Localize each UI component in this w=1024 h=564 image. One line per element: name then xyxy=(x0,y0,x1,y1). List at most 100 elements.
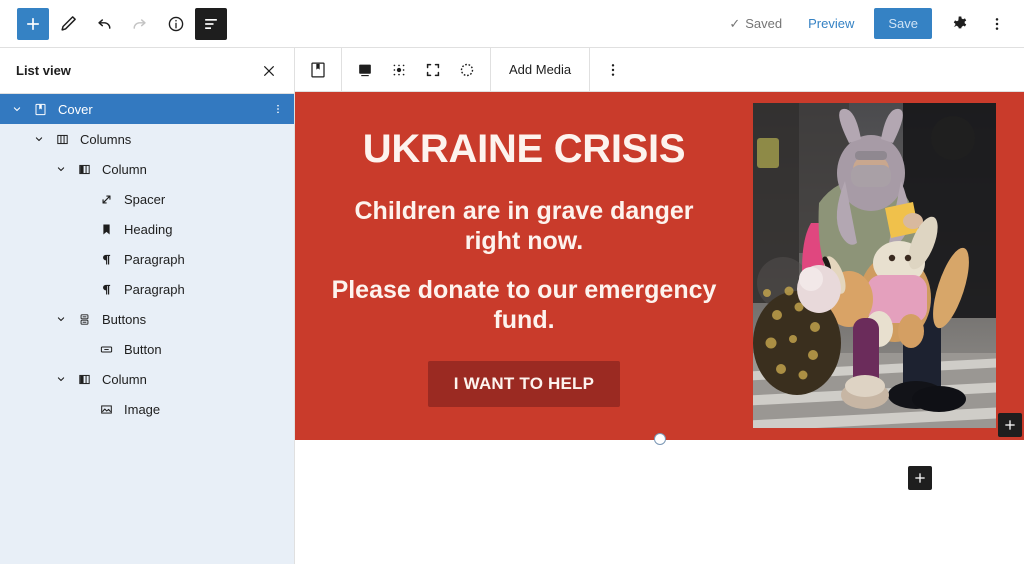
plus-icon xyxy=(915,473,925,483)
close-list-view-button[interactable]: Close xyxy=(254,56,284,86)
list-view-row-label: Column xyxy=(102,371,147,387)
block-options-button[interactable]: Options xyxy=(596,53,630,87)
cover-resize-handle-label: Drag to resize xyxy=(655,434,656,435)
list-view-row-label: Columns xyxy=(80,131,132,147)
info-icon xyxy=(168,16,184,31)
list-view-row-label: Buttons xyxy=(102,311,147,327)
list-view-row-label: Image xyxy=(124,401,161,417)
plus-icon xyxy=(1005,420,1015,430)
full-height-icon xyxy=(426,63,440,76)
list-view-row-heading-4[interactable]: Heading xyxy=(0,214,294,244)
block-options-group: Options xyxy=(590,48,636,91)
saved-indicator[interactable]: ✓ Saved xyxy=(719,16,792,32)
list-view-row-label: Button xyxy=(124,341,162,357)
cover-paragraph-2[interactable]: Please donate to our emergency fund. xyxy=(325,276,723,335)
editor-canvas[interactable]: UKRAINE CRISIS Children are in grave dan… xyxy=(295,92,1024,564)
cover-paragraph-1[interactable]: Children are in grave danger right now. xyxy=(325,197,723,256)
block-type-group: Cover xyxy=(295,48,342,91)
redo-button[interactable]: Redo xyxy=(123,7,157,41)
canvas-append-inserter-button[interactable]: Add block xyxy=(908,466,932,490)
list-view-row-columns-1[interactable]: Columns xyxy=(0,124,294,154)
list-view-row-label: Paragraph xyxy=(124,251,185,267)
buttons-block-icon xyxy=(72,312,96,327)
list-view-row-label: Spacer xyxy=(124,191,166,207)
content-position-button[interactable]: Change content position xyxy=(348,53,382,87)
editor-body: List view Close Cover Columns Column Spacer… xyxy=(0,48,1024,564)
list-view-row-label: Heading xyxy=(124,221,173,237)
cover-photo[interactable]: Child carrying stuffed bunny toys walkin… xyxy=(753,103,996,428)
undo-button[interactable]: Undo xyxy=(87,7,121,41)
columns-block-icon xyxy=(50,132,74,147)
top-bar-left-tools: Add block Tools Undo R xyxy=(0,7,227,41)
editor-main: Cover Change content position xyxy=(295,48,1024,564)
list-view-toggle[interactable]: List view xyxy=(195,7,227,40)
focal-point-button[interactable]: Change focal point xyxy=(382,53,416,87)
add-media-group: Add Media xyxy=(491,48,591,91)
cover-column-image: Child carrying stuffed bunny toys walkin… xyxy=(753,92,1024,439)
overlay-opacity-button[interactable]: Overlay opacity xyxy=(450,53,484,87)
kebab-vertical-icon xyxy=(611,63,615,76)
chevron-down-icon[interactable] xyxy=(50,372,72,386)
plus-icon xyxy=(27,17,39,30)
save-button[interactable]: Save xyxy=(874,8,932,39)
paragraph-block-icon xyxy=(94,252,118,267)
add-media-button[interactable]: Add Media xyxy=(497,53,583,87)
list-view-row-column-9[interactable]: Column xyxy=(0,364,294,394)
preview-button[interactable]: Preview xyxy=(796,10,866,37)
close-icon xyxy=(264,65,274,76)
list-view-title: List view xyxy=(16,63,71,78)
column-block-icon xyxy=(72,372,96,387)
gear-icon xyxy=(953,16,967,28)
add-block-button[interactable]: Add block xyxy=(17,7,49,40)
list-view-row-cover-0[interactable]: Cover xyxy=(0,94,294,124)
cover-controls-group: Change content position Change focal poi… xyxy=(342,48,491,91)
dotted-circle-icon xyxy=(460,63,474,76)
top-bar-right-tools: ✓ Saved Preview Save Settings Options xyxy=(719,6,1024,42)
list-view-row-paragraph-6[interactable]: Paragraph xyxy=(0,274,294,304)
full-height-button[interactable]: Full height toggle xyxy=(416,53,450,87)
column-block-icon xyxy=(72,162,96,177)
list-view-row-label: Paragraph xyxy=(124,281,185,297)
refugee-child-photo-illustration xyxy=(753,103,996,428)
list-view-row-buttons-7[interactable]: Buttons xyxy=(0,304,294,334)
focal-point-icon xyxy=(393,64,405,75)
list-view-row-paragraph-5[interactable]: Paragraph xyxy=(0,244,294,274)
paragraph-block-icon xyxy=(94,282,118,297)
list-view-row-button-8[interactable]: Button xyxy=(0,334,294,364)
list-view-panel: List view Close Cover Columns Column Spacer… xyxy=(0,48,295,564)
list-view-row-column-2[interactable]: Column xyxy=(0,154,294,184)
cover-column-text: UKRAINE CRISIS Children are in grave dan… xyxy=(295,92,753,439)
cover-resize-handle[interactable]: Drag to resize xyxy=(653,433,666,445)
i-want-to-help-button[interactable]: I WANT TO HELP xyxy=(427,361,621,407)
list-view-tree: Cover Columns Column Spacer Heading Paragraph… xyxy=(0,94,294,564)
editor-top-bar: Add block Tools Undo R xyxy=(0,0,1024,48)
details-info-button[interactable]: Details xyxy=(159,7,193,41)
cover-block[interactable]: UKRAINE CRISIS Children are in grave dan… xyxy=(295,92,1024,445)
tools-pencil-button[interactable]: Tools xyxy=(51,7,85,41)
editor-options-button[interactable]: Options xyxy=(982,6,1012,42)
cover-inserter-button[interactable]: Add block xyxy=(998,413,1022,437)
list-view-row-options-icon[interactable] xyxy=(270,102,294,116)
kebab-vertical-icon xyxy=(995,17,999,30)
settings-button[interactable]: Settings xyxy=(942,6,978,42)
list-view-row-spacer-3[interactable]: Spacer xyxy=(0,184,294,214)
saved-check-icon: ✓ xyxy=(729,15,741,31)
chevron-down-icon[interactable] xyxy=(50,312,72,326)
chevron-down-icon[interactable] xyxy=(50,162,72,176)
spacer-block-icon xyxy=(94,192,118,207)
list-view-row-image-10[interactable]: Image xyxy=(0,394,294,424)
redo-icon xyxy=(133,18,146,29)
list-view-row-label: Column xyxy=(102,161,147,177)
pencil-icon xyxy=(61,15,76,31)
image-block-icon xyxy=(94,402,118,417)
chevron-down-icon[interactable] xyxy=(6,102,28,116)
block-type-cover-button[interactable]: Cover xyxy=(301,53,335,87)
heading-block-icon xyxy=(94,222,118,237)
cover-heading[interactable]: UKRAINE CRISIS xyxy=(363,127,686,171)
list-view-icon xyxy=(205,18,217,29)
chevron-down-icon[interactable] xyxy=(28,132,50,146)
list-view-row-label: Cover xyxy=(58,101,93,117)
saved-label: Saved xyxy=(745,16,783,31)
list-view-header: List view Close xyxy=(0,48,294,94)
block-editor-app: Add block Tools Undo R xyxy=(0,0,1024,564)
